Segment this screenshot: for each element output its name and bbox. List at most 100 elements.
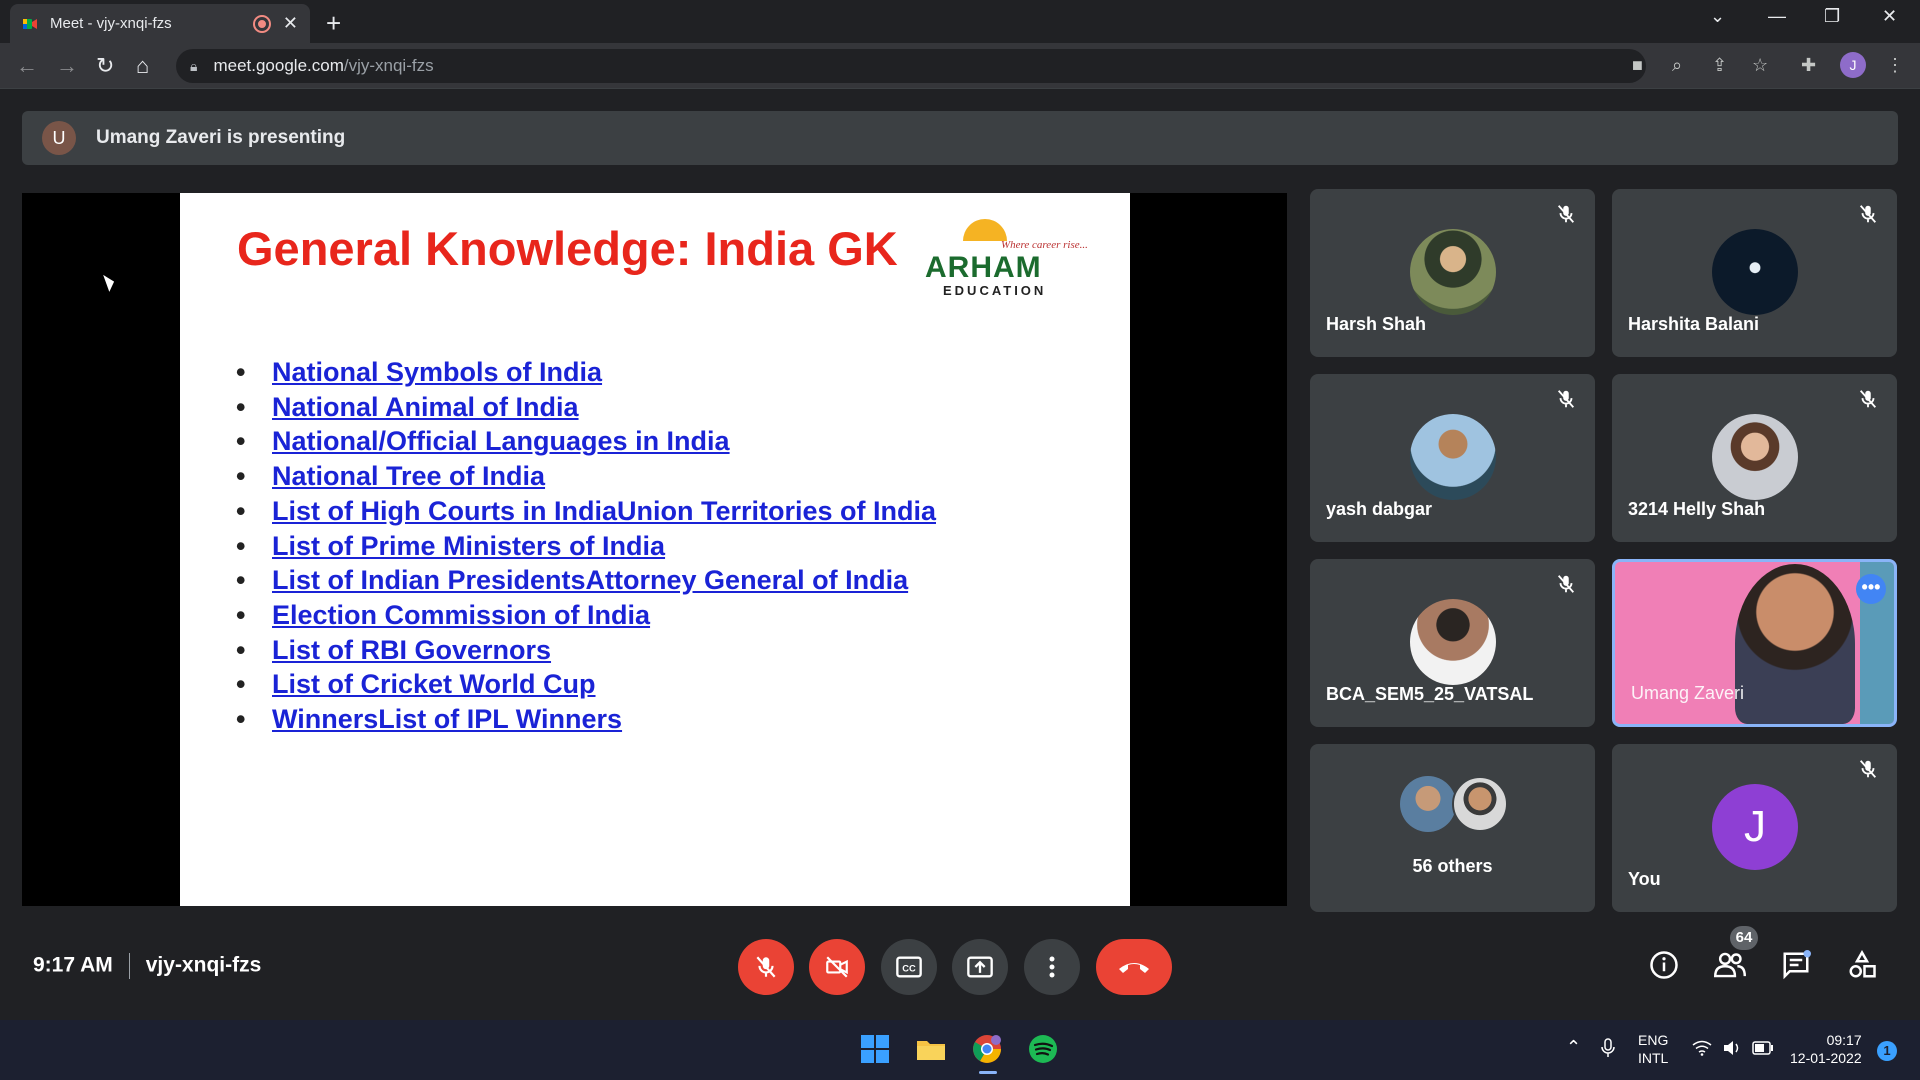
divider (128, 953, 130, 979)
restore-button[interactable]: ❐ (1824, 6, 1840, 27)
participant-tile-harshita[interactable]: Harshita Balani (1612, 189, 1897, 357)
mic-off-icon (1557, 390, 1575, 408)
clock-date: 12-01-2022 (1790, 1050, 1862, 1066)
folder-icon (917, 1041, 945, 1060)
meeting-time: 9:17 AM (33, 953, 113, 977)
participant-tile-you[interactable]: J You (1612, 744, 1897, 912)
logo-name: ARHAM (925, 251, 1042, 284)
bookmark-star-icon[interactable]: ☆ (1752, 55, 1768, 76)
slide-link[interactable]: National Animal of India (236, 390, 936, 425)
mic-off-icon (1859, 205, 1877, 223)
logo-subtitle: EDUCATION (943, 283, 1047, 298)
slide-link[interactable]: National Tree of India (236, 459, 936, 494)
chat-icon (1783, 950, 1811, 980)
people-icon (1714, 952, 1746, 978)
slide-link[interactable]: National Symbols of India (236, 355, 936, 390)
volume-icon[interactable] (1722, 1040, 1742, 1060)
notification-count-badge[interactable]: 1 (1877, 1041, 1897, 1061)
participant-tile-harsh[interactable]: Harsh Shah (1310, 189, 1595, 357)
info-icon (1650, 951, 1678, 979)
closed-captions-icon: CC (896, 956, 922, 978)
participant-name: 3214 Helly Shah (1628, 499, 1766, 519)
address-bar[interactable]: 🔒︎ meet.google.com/vjy-xnqi-fzs (176, 49, 1646, 83)
participant-avatar (1410, 599, 1496, 685)
microphone-icon[interactable] (1600, 1038, 1616, 1062)
battery-icon[interactable] (1752, 1041, 1774, 1059)
participant-avatar (1712, 414, 1798, 500)
more-options-icon[interactable]: ••• (1856, 574, 1886, 604)
slide-link[interactable]: List of High Courts in IndiaUnion Territ… (236, 494, 936, 529)
participant-tile-vatsal[interactable]: BCA_SEM5_25_VATSAL (1310, 559, 1595, 727)
slide-link[interactable]: List of Cricket World Cup (236, 667, 936, 702)
slide-link[interactable]: Election Commission of India (236, 598, 936, 633)
participant-tile-umang-speaking[interactable]: ••• Umang Zaveri (1612, 559, 1897, 727)
chrome-button[interactable] (971, 1033, 1005, 1067)
participant-name: Harsh Shah (1326, 314, 1427, 334)
input-language[interactable]: ENG INTL (1638, 1031, 1668, 1067)
slide-link[interactable]: WinnersList of IPL Winners (236, 702, 936, 737)
tab-title: Meet - vjy-xnqi-fzs (50, 15, 172, 32)
spotify-button[interactable] (1027, 1033, 1061, 1067)
start-button[interactable] (859, 1033, 893, 1067)
participant-tile-helly[interactable]: 3214 Helly Shah (1612, 374, 1897, 542)
toggle-camera-button[interactable] (809, 939, 865, 995)
back-button[interactable]: ← (16, 53, 38, 79)
leave-call-button[interactable] (1096, 939, 1172, 995)
slide-link[interactable]: National/Official Languages in India (236, 424, 936, 459)
mouse-cursor-icon (103, 272, 117, 292)
tab-search-icon[interactable]: ⌄ (1710, 6, 1725, 27)
forward-button[interactable]: → (56, 53, 78, 79)
new-tab-button[interactable]: + (326, 8, 341, 39)
others-avatar-1 (1400, 776, 1456, 832)
activities-button[interactable] (1845, 948, 1879, 982)
zoom-icon[interactable]: ⌕ (1672, 55, 1682, 76)
present-now-button[interactable] (952, 939, 1008, 995)
wifi-icon[interactable] (1692, 1040, 1712, 1060)
slide-link[interactable]: List of Indian PresidentsAttorney Genera… (236, 563, 936, 598)
camera-off-icon (826, 956, 848, 978)
logo-sun-icon (963, 219, 1007, 241)
meeting-details-button[interactable] (1647, 948, 1681, 982)
minimize-button[interactable]: — (1768, 6, 1786, 27)
participant-avatar (1712, 229, 1798, 315)
share-icon[interactable]: ⇪ (1712, 55, 1727, 76)
profile-avatar[interactable]: J (1840, 52, 1866, 78)
participant-name: Harshita Balani (1628, 314, 1760, 334)
mic-off-icon (756, 956, 776, 978)
participant-tile-yash[interactable]: yash dabgar (1310, 374, 1595, 542)
url-path: /vjy-xnqi-fzs (343, 56, 434, 75)
presenting-text: Umang Zaveri is presenting (96, 127, 346, 148)
close-tab-icon[interactable]: ✕ (283, 13, 298, 34)
participant-name: You (1628, 869, 1661, 889)
slide-title: General Knowledge: India GK (237, 222, 898, 275)
system-clock[interactable]: 09:17 12-01-2022 (1790, 1031, 1862, 1067)
home-button[interactable]: ⌂ (136, 53, 149, 79)
extensions-icon[interactable]: ✚ (1801, 55, 1816, 76)
chat-button[interactable] (1779, 948, 1813, 982)
reload-button[interactable]: ↻ (96, 53, 114, 79)
meeting-code: vjy-xnqi-fzs (145, 953, 262, 977)
logo-tagline: Where career rise... (1001, 239, 1088, 251)
presentation-stage[interactable]: General Knowledge: India GK Where career… (22, 193, 1287, 906)
close-window-button[interactable]: ✕ (1882, 6, 1897, 27)
others-count-label: 56 others (1412, 856, 1493, 876)
more-options-button[interactable] (1024, 939, 1080, 995)
captions-button[interactable]: CC (881, 939, 937, 995)
show-everyone-button[interactable] (1713, 948, 1747, 982)
slide-link[interactable]: List of RBI Governors (236, 633, 936, 668)
camera-in-use-icon[interactable]: ■ (1632, 55, 1643, 76)
browser-toolbar: ← → ↻ ⌂ 🔒︎ meet.google.com/vjy-xnqi-fzs … (0, 43, 1920, 89)
file-explorer-button[interactable] (915, 1033, 949, 1067)
lock-icon[interactable]: 🔒︎ (190, 58, 197, 75)
show-hidden-icons[interactable]: ⌃ (1566, 1038, 1581, 1056)
browser-tab[interactable]: Meet - vjy-xnqi-fzs ✕ (10, 4, 310, 43)
windows-logo-icon (861, 1035, 889, 1063)
slide-link[interactable]: List of Prime Ministers of India (236, 529, 936, 564)
others-avatar-2 (1452, 776, 1508, 832)
slide-link-list: National Symbols of India National Anima… (236, 355, 936, 737)
toggle-microphone-button[interactable] (738, 939, 794, 995)
meeting-details: 9:17 AM vjy-xnqi-fzs (33, 953, 261, 979)
participant-tile-others[interactable]: 56 others (1310, 744, 1595, 912)
mic-off-icon (1557, 205, 1575, 223)
browser-menu-icon[interactable]: ⋮ (1886, 55, 1904, 76)
